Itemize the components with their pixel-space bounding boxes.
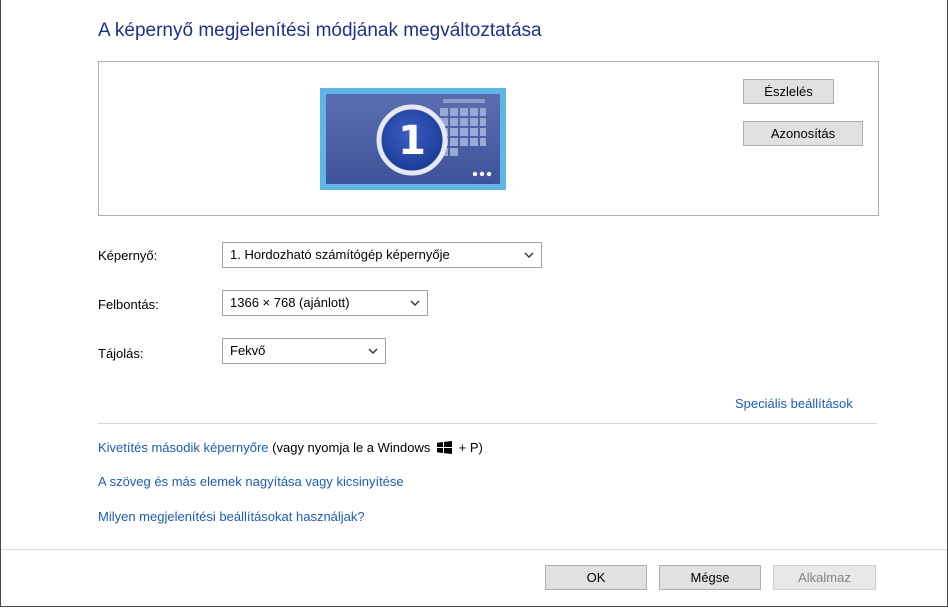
project-second-screen-row: Kivetítés második képernyőre (vagy nyomj… [98,440,483,455]
advanced-settings-link[interactable]: Speciális beállítások [735,396,853,411]
detect-button[interactable]: Észlelés [743,79,834,104]
page-title: A képernyő megjelenítési módjának megvál… [98,20,542,41]
chevron-down-icon [524,252,534,258]
project-second-screen-link[interactable]: Kivetítés második képernyőre [98,440,269,455]
footer-divider [1,549,947,550]
identify-button[interactable]: Azonosítás [743,121,863,146]
display-label: Képernyő: [98,248,158,263]
monitor-1-icon[interactable]: 1 [320,88,506,190]
project-hint-suffix: + P) [458,440,483,455]
resolution-select[interactable]: 1366 × 768 (ajánlott) [222,290,428,316]
display-select[interactable]: 1. Hordozható számítógép képernyője [222,242,542,268]
which-settings-link[interactable]: Milyen megjelenítési beállításokat haszn… [98,509,365,524]
orientation-select-value: Fekvő [230,343,266,358]
project-hint-prefix: (vagy nyomja le a Windows [272,440,431,455]
windows-logo-icon [437,441,453,454]
orientation-select[interactable]: Fekvő [222,338,386,364]
chevron-down-icon [410,300,420,306]
cancel-button[interactable]: Mégse [659,565,761,590]
orientation-label: Tájolás: [98,346,144,361]
ok-button[interactable]: OK [545,565,647,590]
monitor-number: 1 [398,118,426,164]
text-size-link[interactable]: A szöveg és más elemek nagyítása vagy ki… [98,474,404,489]
chevron-down-icon [368,348,378,354]
display-preview-area: 1 Észlelés Azonosítás [98,61,879,216]
section-divider [98,423,877,424]
apply-button[interactable]: Alkalmaz [773,565,876,590]
resolution-label: Felbontás: [98,297,159,312]
resolution-select-value: 1366 × 768 (ajánlott) [230,295,350,310]
display-select-value: 1. Hordozható számítógép képernyője [230,247,450,262]
